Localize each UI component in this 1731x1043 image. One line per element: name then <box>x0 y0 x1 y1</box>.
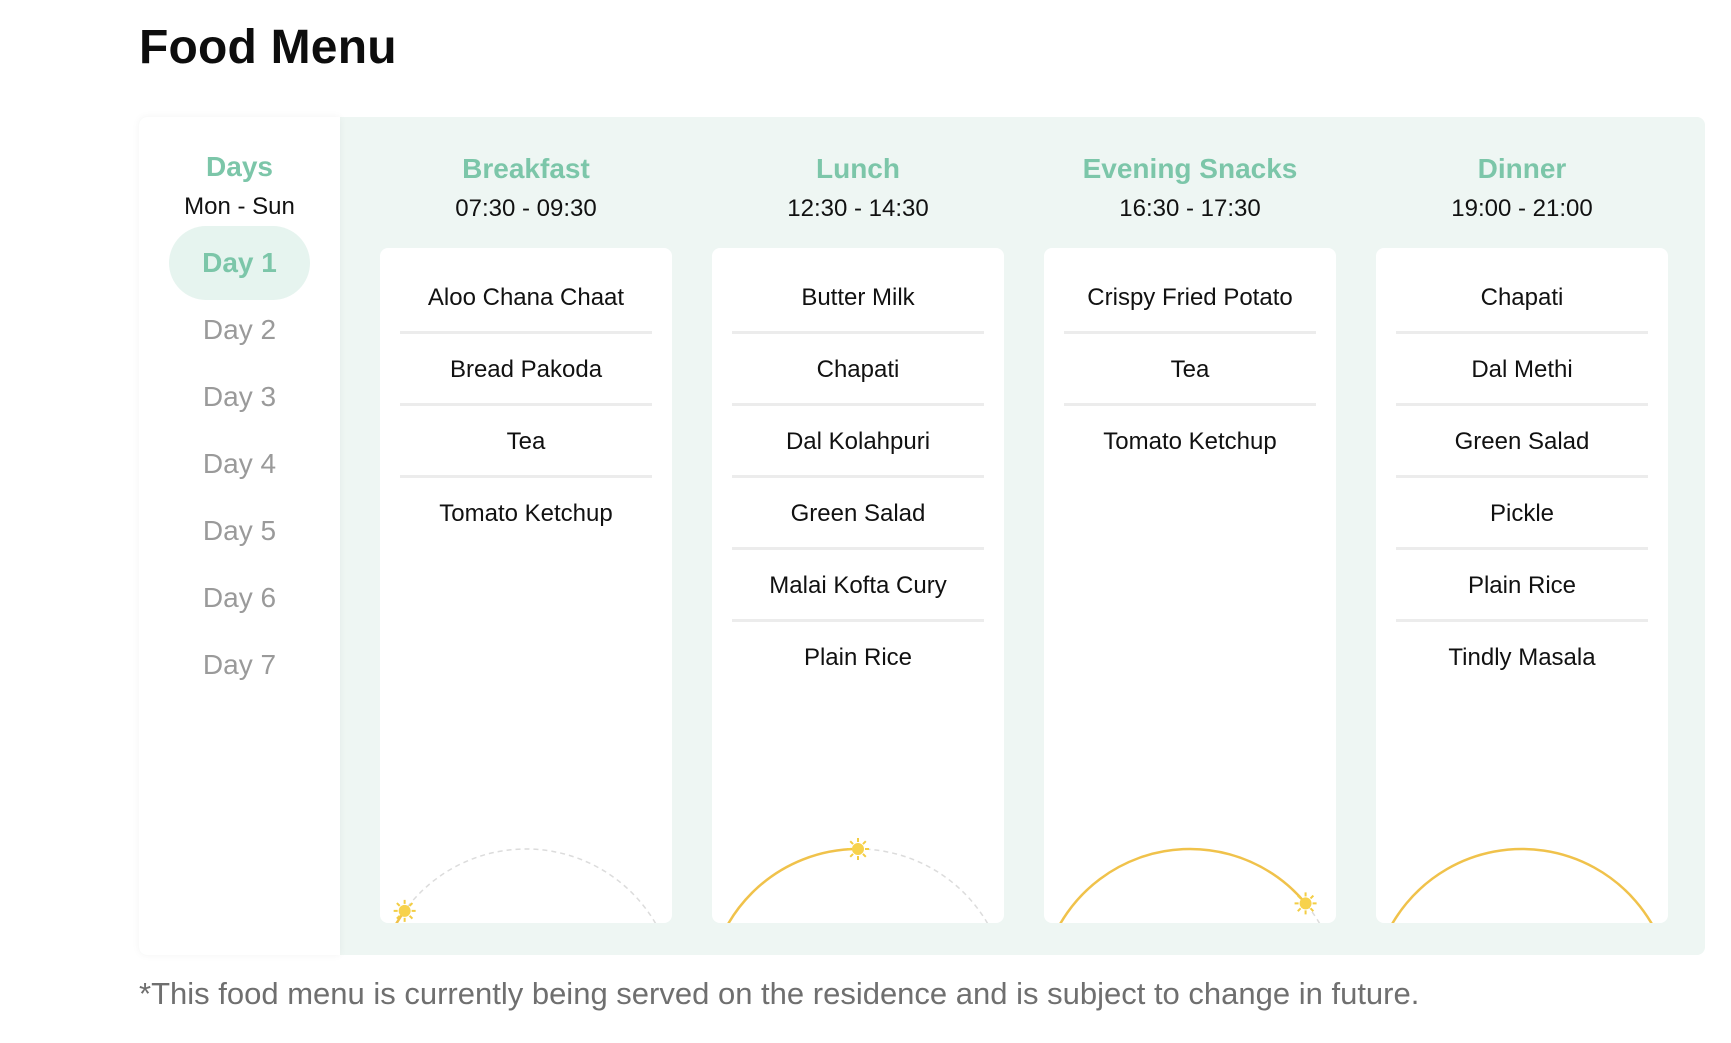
meal-item: Aloo Chana Chaat <box>400 262 652 334</box>
meal-item: Crispy Fried Potato <box>1064 262 1316 334</box>
meal-item: Tindly Masala <box>1448 644 1596 671</box>
meal-column-evening-snacks: Evening Snacks 16:30 - 17:30 Crispy Frie… <box>1044 117 1336 955</box>
day-tab-5[interactable]: Day 5 <box>169 494 310 568</box>
meal-item: Tomato Ketchup <box>1103 428 1277 455</box>
arc-progress <box>1391 847 1653 923</box>
day-tab-1[interactable]: Day 1 <box>169 226 310 300</box>
meal-item: Chapati <box>732 334 984 406</box>
page-title: Food Menu <box>139 21 397 74</box>
meal-name: Breakfast <box>462 153 590 184</box>
arc-track <box>1391 848 1653 923</box>
meal-card: Crispy Fried Potato Tea Tomato Ketchup <box>1044 248 1336 923</box>
meal-name: Evening Snacks <box>1082 153 1298 184</box>
arc-track <box>1059 848 1321 923</box>
meal-item: Bread Pakoda <box>400 334 652 406</box>
sun-icon <box>847 838 869 860</box>
meal-card: Butter Milk Chapati Dal Kolahpuri Green … <box>712 248 1004 923</box>
meal-item: Malai Kofta Cury <box>732 550 984 622</box>
arc-track <box>727 848 989 923</box>
meal-name: Dinner <box>1477 153 1567 184</box>
meal-item: Plain Rice <box>803 644 913 671</box>
meal-time-arc <box>1059 847 1321 923</box>
day-tab-4[interactable]: Day 4 <box>169 427 310 501</box>
meal-card: Chapati Dal Methi Green Salad Pickle Pla… <box>1376 248 1668 923</box>
meal-time-arc <box>1391 847 1653 923</box>
day-tab-3[interactable]: Day 3 <box>169 360 310 434</box>
arc-track <box>395 848 657 923</box>
sun-icon <box>1294 892 1317 915</box>
meal-item: Green Salad <box>1396 406 1648 478</box>
day-tab-2[interactable]: Day 2 <box>169 293 310 367</box>
meal-item: Tea <box>400 406 652 478</box>
meal-time: 07:30 - 09:30 <box>455 195 597 222</box>
meal-time: 19:00 - 21:00 <box>1451 195 1593 222</box>
days-range: Mon - Sun <box>184 193 295 220</box>
meal-item: Green Salad <box>732 478 984 550</box>
menu-panel: Days Mon - Sun Day 1 Day 2 Day 3 Day 4 D… <box>139 117 1705 955</box>
meal-item: Butter Milk <box>732 262 984 334</box>
meal-name: Lunch <box>816 153 900 184</box>
meal-column-lunch: Lunch 12:30 - 14:30 Butter Milk Chapati … <box>712 117 1004 955</box>
arc-progress <box>727 847 859 923</box>
meal-column-breakfast: Breakfast 07:30 - 09:30 Aloo Chana Chaat… <box>380 117 672 955</box>
sun-icon <box>393 899 416 922</box>
meal-item: Dal Methi <box>1396 334 1648 406</box>
days-title: Days <box>206 151 273 182</box>
footnote: *This food menu is currently being serve… <box>139 976 1420 1011</box>
meal-item: Pickle <box>1396 478 1648 550</box>
meal-card: Aloo Chana Chaat Bread Pakoda Tea Tomato… <box>380 248 672 923</box>
meal-time: 16:30 - 17:30 <box>1119 195 1261 222</box>
meal-time-arc <box>393 848 657 923</box>
arc-progress <box>1059 847 1307 923</box>
meal-item: Chapati <box>1396 262 1648 334</box>
meal-item: Tea <box>1064 334 1316 406</box>
meal-item: Plain Rice <box>1396 550 1648 622</box>
day-tab-6[interactable]: Day 6 <box>169 561 310 635</box>
meal-time-arc <box>727 838 989 923</box>
meal-item: Tomato Ketchup <box>439 500 613 527</box>
meal-item: Dal Kolahpuri <box>732 406 984 478</box>
days-sidebar: Days Mon - Sun Day 1 Day 2 Day 3 Day 4 D… <box>139 117 340 955</box>
meal-time: 12:30 - 14:30 <box>787 195 929 222</box>
day-tab-7[interactable]: Day 7 <box>169 628 310 702</box>
meal-column-dinner: Dinner 19:00 - 21:00 Chapati Dal Methi G… <box>1376 117 1668 955</box>
